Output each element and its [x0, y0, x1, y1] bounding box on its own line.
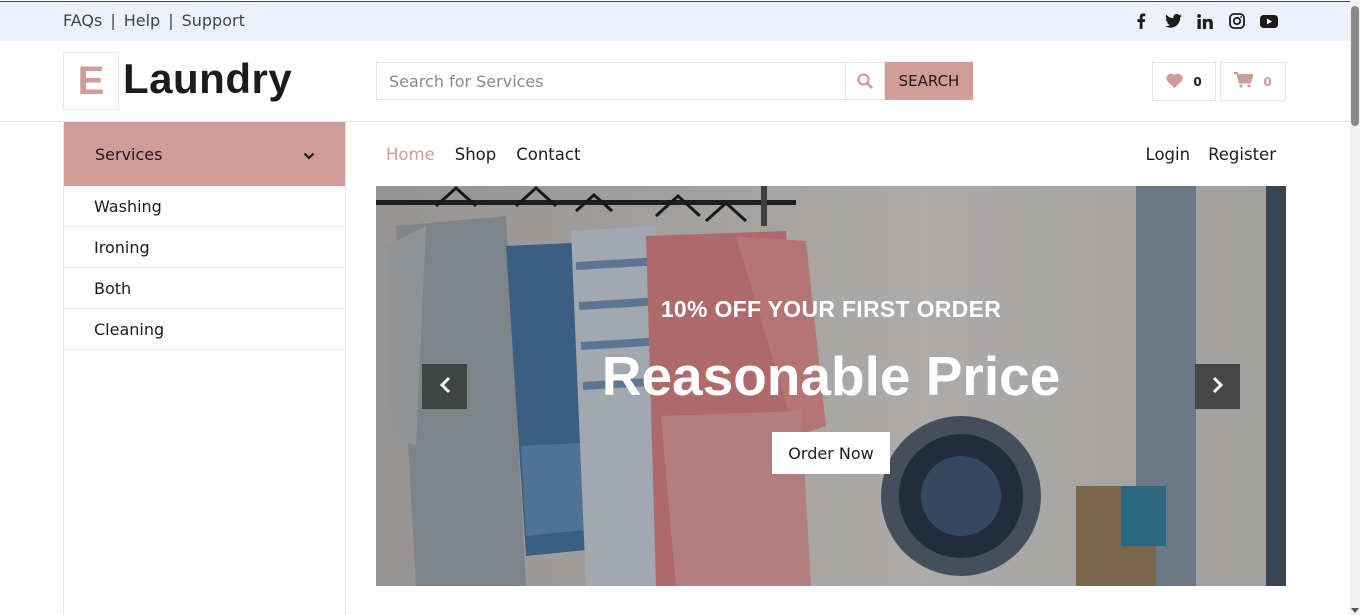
chevron-down-icon [303, 145, 315, 164]
services-sidebar: Services Washing Ironing Both Cleaning [63, 122, 346, 615]
cart-count: 0 [1263, 74, 1272, 89]
chevron-right-icon [1212, 376, 1224, 398]
cart-button[interactable]: 0 [1220, 62, 1286, 101]
hero-caption: 10% OFF YOUR FIRST ORDER Reasonable Pric… [376, 186, 1286, 586]
heart-icon [1166, 73, 1183, 91]
login-link[interactable]: Login [1146, 145, 1191, 164]
facebook-icon[interactable] [1132, 12, 1150, 30]
services-title: Services [95, 144, 163, 164]
hero-carousel: 10% OFF YOUR FIRST ORDER Reasonable Pric… [376, 186, 1286, 586]
search-input[interactable] [376, 62, 845, 100]
search-button[interactable]: SEARCH [885, 62, 973, 100]
page-scrollbar[interactable] [1350, 0, 1360, 615]
logo-letter[interactable]: E [63, 52, 119, 110]
top-links: FAQs | Help | Support [63, 11, 245, 30]
social-links [1132, 12, 1278, 30]
hero-headline: Reasonable Price [601, 345, 1061, 407]
register-link[interactable]: Register [1208, 145, 1276, 164]
search-bar: SEARCH [376, 62, 973, 100]
scroll-down-icon[interactable] [1351, 608, 1359, 613]
help-link[interactable]: Help [124, 11, 160, 30]
search-icon[interactable] [845, 62, 885, 100]
carousel-next-button[interactable] [1195, 364, 1240, 409]
twitter-icon[interactable] [1164, 12, 1182, 30]
header: E Laundry SEARCH 0 0 [0, 41, 1350, 122]
nav-shop[interactable]: Shop [455, 145, 497, 164]
chevron-left-icon [439, 376, 451, 398]
separator: | [168, 11, 174, 30]
sidebar-item-cleaning[interactable]: Cleaning [64, 309, 345, 350]
logo-text[interactable]: Laundry [123, 55, 292, 103]
youtube-icon[interactable] [1260, 12, 1278, 30]
nav-home[interactable]: Home [386, 145, 435, 164]
separator: | [110, 11, 116, 30]
nav-contact[interactable]: Contact [516, 145, 580, 164]
linkedin-icon[interactable] [1196, 12, 1214, 30]
sidebar-item-both[interactable]: Both [64, 268, 345, 309]
carousel-prev-button[interactable] [422, 364, 467, 409]
top-bar: FAQs | Help | Support [0, 1, 1350, 41]
instagram-icon[interactable] [1228, 12, 1246, 30]
hero-promo: 10% OFF YOUR FIRST ORDER [660, 296, 1002, 322]
sidebar-item-washing[interactable]: Washing [64, 186, 345, 227]
scrollbar-thumb[interactable] [1351, 6, 1359, 126]
wishlist-button[interactable]: 0 [1152, 62, 1216, 101]
main-nav: Home Shop Contact Login Register [376, 122, 1286, 186]
wishlist-count: 0 [1193, 74, 1202, 89]
faqs-link[interactable]: FAQs [63, 11, 102, 30]
services-dropdown[interactable]: Services [64, 122, 345, 186]
sidebar-item-ironing[interactable]: Ironing [64, 227, 345, 268]
cart-icon [1234, 72, 1255, 91]
support-link[interactable]: Support [182, 11, 245, 30]
order-now-button[interactable]: Order Now [772, 432, 890, 474]
